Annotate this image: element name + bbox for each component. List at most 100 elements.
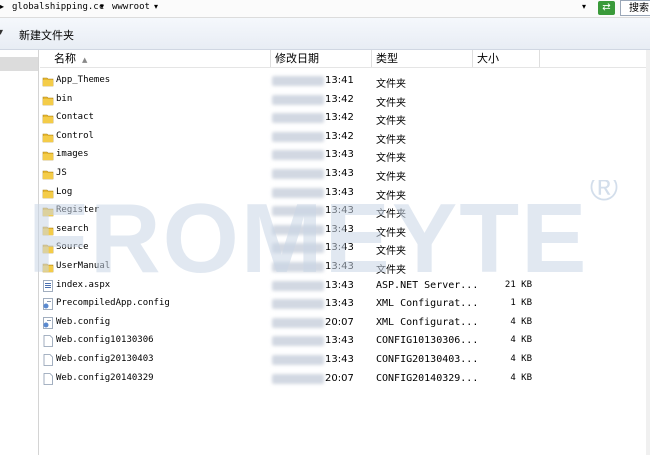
modified-time: 13:43 [325,335,354,347]
navigation-pane[interactable] [0,50,39,455]
folder-icon [42,168,54,180]
column-header-type-label: 类型 [376,52,398,65]
modified-date-blurred [272,187,324,198]
modified-date-blurred [272,131,324,142]
breadcrumb-segment[interactable]: wwwroot [112,2,150,12]
file-size: 4 KB [510,372,532,383]
file-name: PrecompiledApp.config [56,298,170,309]
modified-date-blurred [272,317,324,328]
file-type: 文件夹 [376,209,406,221]
folder-icon [42,224,54,236]
file-size: 4 KB [510,316,532,327]
file-row[interactable]: Source 13:43 文件夹 [40,240,650,258]
address-history-dropdown-icon[interactable]: ▾ [582,2,586,11]
file-name: Source [56,242,89,253]
file-type: 文件夹 [376,172,406,183]
config-file-icon [42,298,54,311]
nav-selected-item[interactable] [0,57,38,71]
modified-time: 13:43 [325,186,354,198]
modified-time: 13:43 [325,205,354,217]
file-row[interactable]: Web.config20140329 20:07 CONFIG20140329...… [40,371,650,389]
file-row[interactable]: App_Themes 13:41 文件夹 [40,73,650,91]
file-type: 文件夹 [376,190,406,202]
sort-ascending-icon: ▲ [82,56,88,64]
blank-file-icon [42,354,54,366]
modified-date-blurred [272,243,324,254]
breadcrumb-arrow-icon[interactable]: ▸ [0,2,4,11]
file-row[interactable]: index.aspx 13:43 ASP.NET Server... 21 KB [40,278,650,296]
file-name: Web.config10130306 [56,335,154,346]
modified-time: 13:43 [325,354,354,365]
file-row[interactable]: Web.config10130306 13:43 CONFIG10130306...… [40,333,650,351]
modified-date-blurred [272,206,324,217]
file-row[interactable]: PrecompiledApp.config 13:43 XML Configurat… [40,296,650,314]
file-name: Web.config20130403 [56,354,154,364]
modified-date-blurred [272,150,324,161]
modified-time: 13:42 [325,130,354,142]
search-placeholder: 搜索 [629,3,649,14]
file-name: search [56,223,89,234]
modified-date-blurred [272,76,324,86]
modified-date-blurred [272,373,324,384]
command-toolbar: ▾ 新建文件夹 [0,18,650,50]
file-name: UserManual [56,261,111,271]
breadcrumb-segment[interactable]: globalshipping.cc [12,2,104,12]
file-row[interactable]: Register 13:43 文件夹 [40,203,650,221]
file-row[interactable]: Web.config 20:07 XML Configurat... 4 KB [40,315,650,333]
file-name: Web.config [56,316,111,327]
folder-icon [42,131,54,143]
modified-date-blurred [272,336,324,347]
file-row[interactable]: Contact 13:42 文件夹 [40,110,650,128]
organize-dropdown-icon[interactable]: ▾ [0,27,3,38]
file-type: 文件夹 [376,116,406,128]
file-type: 文件夹 [376,79,406,90]
file-type: XML Configurat... [376,298,479,310]
folder-icon [42,242,54,254]
file-row[interactable]: Control 13:42 文件夹 [40,129,650,147]
modified-date-blurred [272,224,324,235]
modified-date-blurred [272,355,324,365]
file-type: XML Configurat... [376,316,479,328]
refresh-icon[interactable]: ⇄ [598,1,615,15]
file-size: 21 KB [504,279,532,290]
blank-file-icon [42,372,54,385]
column-header-size[interactable]: 大小 [473,50,540,67]
file-name: bin [56,93,73,104]
file-name: index.aspx [56,279,111,290]
breadcrumb-dropdown-icon[interactable]: ▾ [100,2,104,11]
column-header-type[interactable]: 类型 [372,50,473,67]
file-row[interactable]: UserManual 13:43 文件夹 [40,259,650,277]
modified-time: 13:43 [325,223,354,235]
config-file-icon [42,316,54,329]
file-row[interactable]: images 13:43 文件夹 [40,147,650,165]
file-row[interactable]: JS 13:43 文件夹 [40,166,650,184]
folder-icon [42,261,54,273]
modified-time: 20:07 [325,316,354,328]
file-name: Control [56,130,94,141]
file-type: 文件夹 [376,97,406,109]
file-name: Log [56,186,73,197]
file-type: CONFIG20140329... [376,372,479,384]
file-row[interactable]: bin 13:42 文件夹 [40,92,650,110]
file-name: Web.config20140329 [56,372,154,383]
column-header-name-label: 名称 [54,52,76,65]
vertical-scrollbar[interactable] [646,50,650,455]
file-name: images [56,149,89,160]
file-row[interactable]: search 13:43 文件夹 [40,222,650,240]
address-bar[interactable]: ▸ globalshipping.cc ▾ wwwroot ▾ ▾ ⇄ 搜索 [0,0,650,18]
column-header-date[interactable]: 修改日期 [271,50,372,67]
file-type: 文件夹 [376,134,406,146]
column-header-name[interactable]: 名称 ▲ [40,50,271,67]
file-row[interactable]: Log 13:43 文件夹 [40,185,650,203]
search-input[interactable]: 搜索 [620,0,650,16]
modified-time: 13:42 [325,112,354,124]
file-row[interactable]: Web.config20130403 13:43 CONFIG20130403...… [40,352,650,370]
breadcrumb-dropdown-icon[interactable]: ▾ [154,2,158,11]
column-header-size-label: 大小 [477,52,499,65]
file-type: 文件夹 [376,265,406,276]
file-type: CONFIG20130403... [376,354,479,365]
modified-date-blurred [272,94,324,105]
new-folder-button[interactable]: 新建文件夹 [19,27,74,43]
modified-time: 13:43 [325,298,354,310]
modified-time: 20:07 [325,372,354,384]
